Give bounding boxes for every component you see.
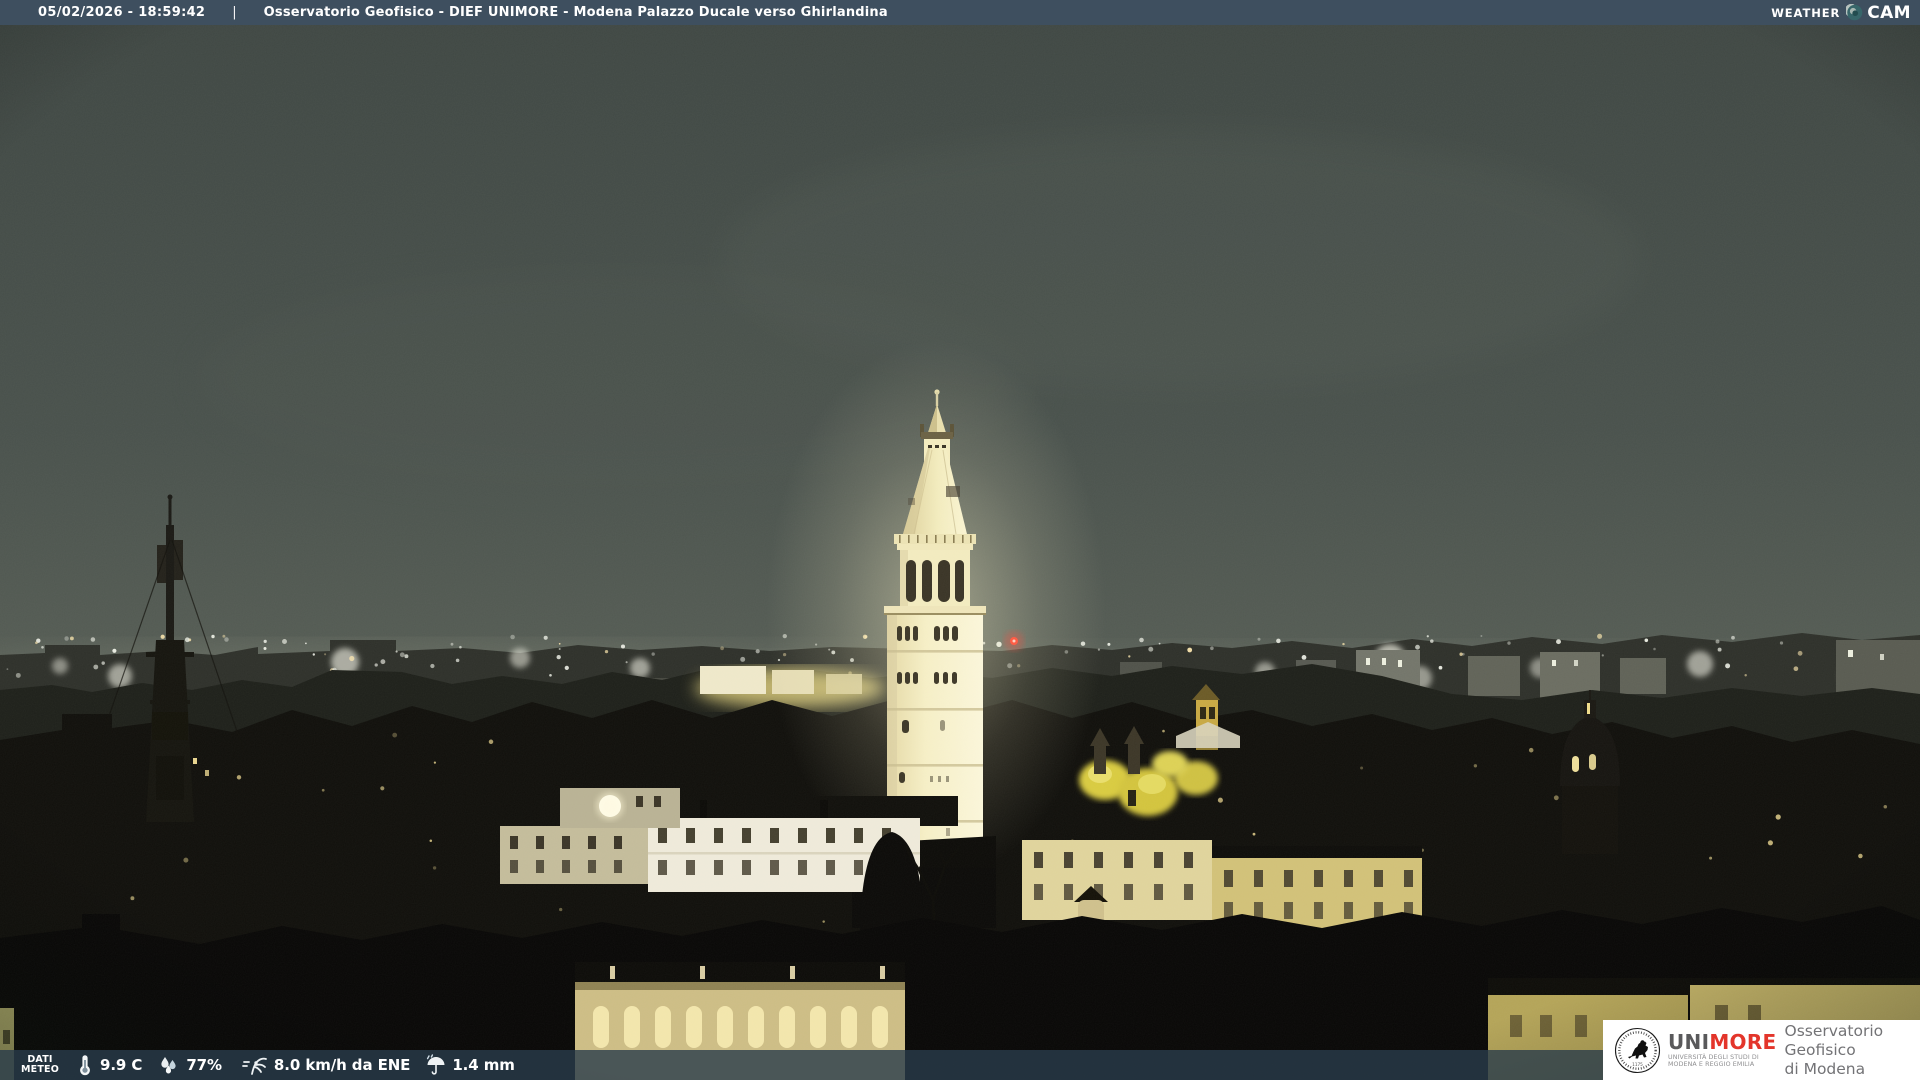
unimore-uni: UNI	[1668, 1030, 1710, 1054]
wind-readout: 8.0 km/h da ENE	[242, 1054, 410, 1076]
webcam-photo	[0, 0, 1920, 1080]
temperature-readout: 9.9 C	[76, 1054, 142, 1076]
meteo-label: DATI METEO	[21, 1054, 59, 1075]
separator: |	[232, 5, 237, 20]
page-title: Osservatorio Geofisico - DIEF UNIMORE - …	[263, 5, 888, 20]
unimore-wordmark: UNIMORE UNIVERSITÀ DEGLI STUDI DI MODENA…	[1668, 1032, 1777, 1068]
university-line2: MODENA E REGGIO EMILIA	[1668, 1061, 1755, 1068]
weathercam-brand[interactable]: Weather CAM	[1771, 3, 1911, 23]
webcam-lens-icon	[1846, 4, 1863, 21]
unimore-more: MORE	[1709, 1030, 1777, 1054]
humidity-readout: 77%	[158, 1055, 222, 1075]
wind-icon	[242, 1057, 267, 1075]
brand-cam-label: CAM	[1867, 2, 1911, 23]
thermometer-icon	[80, 1055, 90, 1076]
unimore-logo-box[interactable]: 1175 UNIMORE UNIVERSITÀ DEGLI STUDI DI M…	[1603, 1020, 1920, 1080]
svg-text:1175: 1175	[1632, 1062, 1643, 1067]
brand-weather-label: Weather	[1771, 5, 1841, 20]
rain-umbrella-icon	[427, 1054, 445, 1075]
unimore-crest-icon: 1175	[1614, 1027, 1661, 1073]
university-line1: UNIVERSITÀ DEGLI STUDI DI	[1668, 1054, 1759, 1061]
top-bar: 05/02/2026 - 18:59:42 | Osservatorio Geo…	[0, 0, 1920, 25]
humidity-drops-icon	[161, 1057, 176, 1074]
rain-readout: 1.4 mm	[426, 1054, 515, 1076]
webcam-page: 05/02/2026 - 18:59:42 | Osservatorio Geo…	[0, 0, 1920, 1080]
observatory-name: Osservatorio Geofisico di Modena	[1784, 1021, 1884, 1078]
datetime-text: 05/02/2026 - 18:59:42	[38, 5, 206, 20]
